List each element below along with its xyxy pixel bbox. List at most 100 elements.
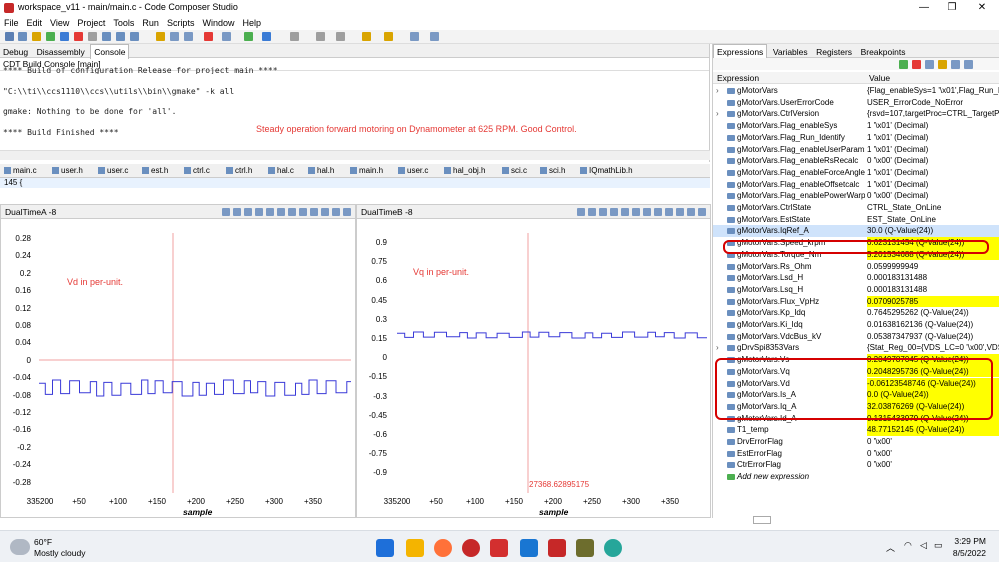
code-line[interactable]: 145 { [0,178,710,188]
graph-tool-icon[interactable] [621,208,629,216]
editor-tab[interactable]: hal.c [268,166,294,176]
expression-row[interactable]: gMotorVars.Rs_Ohm 0.0599999949 [713,261,999,273]
resize-handle[interactable] [753,516,771,524]
vscode-icon[interactable] [520,539,538,557]
debug-icon[interactable] [46,32,55,41]
graph-tool-icon[interactable] [332,208,340,216]
app-icon[interactable] [604,539,622,557]
annotation-icon[interactable] [362,32,371,41]
expression-row[interactable]: DrvErrorFlag 0 '\x00' [713,436,999,448]
nav-icon[interactable] [410,32,419,41]
expression-row[interactable]: gMotorVars.Flux_VpHz 0.0709025785 [713,295,999,308]
acrobat-icon[interactable] [490,539,508,557]
run-icon[interactable] [244,32,253,41]
chevron-right-icon[interactable]: › [716,342,719,354]
expression-row[interactable]: gMotorVars.Flag_enableSys 1 '\x01' (Decim… [713,120,999,132]
graph-a-tab[interactable]: DualTimeA -8 [1,205,355,219]
expression-row[interactable]: EstErrorFlag 0 '\x00' [713,448,999,460]
menu-file[interactable]: File [0,16,23,30]
weather-desc[interactable]: Mostly cloudy [34,548,86,558]
graph-tool-icon[interactable] [698,208,706,216]
menu-view[interactable]: View [46,16,73,30]
perspective-icon[interactable] [430,32,439,41]
graph-tool-icon[interactable] [665,208,673,216]
collapse-icon[interactable] [925,60,934,69]
expression-row[interactable]: T1_temp 48.77152145 (Q-Value(24)) [713,424,999,436]
menu-scripts[interactable]: Scripts [163,16,199,30]
file-explorer-icon[interactable] [406,539,424,557]
expression-row[interactable]: gMotorVars.Lsq_H 0.000183131488 [713,284,999,296]
ccs-icon[interactable] [462,539,480,557]
graph-tool-icon[interactable] [599,208,607,216]
expression-row[interactable]: gMotorVars.VdcBus_kV 0.05387347937 (Q-Val… [713,331,999,343]
new-icon[interactable] [5,32,14,41]
app-icon[interactable] [576,539,594,557]
maximize-button[interactable]: ❐ [940,1,964,15]
graph-tool-icon[interactable] [654,208,662,216]
external-tools-icon[interactable] [262,32,271,41]
graph-tool-icon[interactable] [310,208,318,216]
chevron-right-icon[interactable]: › [716,85,719,97]
graph-tool-icon[interactable] [588,208,596,216]
chevron-up-icon[interactable]: ︿ [886,541,895,554]
expression-row[interactable]: gMotorVars.Lsd_H 0.000183131488 [713,272,999,284]
menu-run[interactable]: Run [138,16,163,30]
graph-tool-icon[interactable] [222,208,230,216]
editor-tab[interactable]: main.c [4,166,37,176]
editor-tab[interactable]: user.c [98,166,128,176]
expression-row[interactable]: gMotorVars.UserErrorCode USER_ErrorCode_N… [713,97,999,109]
forward-icon[interactable] [336,32,345,41]
expression-row[interactable]: gMotorVars.IqRef_A 30.0 (Q-Value(24)) [713,225,999,238]
refresh-icon[interactable] [938,60,947,69]
graph-tool-icon[interactable] [676,208,684,216]
tab-variables[interactable]: Variables [770,45,811,59]
expression-row[interactable]: › gMotorVars.CtrlVersion {rsvd=107,targetP… [713,108,999,120]
clock-date[interactable]: 8/5/2022 [942,548,986,558]
graph-tool-icon[interactable] [255,208,263,216]
editor-tab[interactable]: sci.h [540,166,565,176]
tab-breakpoints[interactable]: Breakpoints [858,45,909,59]
graph-tool-icon[interactable] [277,208,285,216]
matlab-icon[interactable] [548,539,566,557]
registers-icon[interactable] [184,32,193,41]
editor-tab[interactable]: ctrl.h [226,166,252,176]
clock-time[interactable]: 3:29 PM [942,536,986,546]
menu-project[interactable]: Project [73,16,109,30]
chevron-right-icon[interactable]: › [716,108,719,120]
editor-tab[interactable]: sci.c [502,166,527,176]
weather-temp[interactable]: 60°F [34,537,52,547]
expression-row[interactable]: gMotorVars.Flag_enableRsRecalc 0 '\x00' (… [713,155,999,167]
remove-icon[interactable] [912,60,921,69]
menu-icon[interactable] [964,60,973,69]
menu-edit[interactable]: Edit [23,16,47,30]
expression-row[interactable]: › gDrvSpi8353Vars {Stat_Reg_00={VDS_LC=0 '… [713,342,999,354]
expression-row[interactable]: gMotorVars.Flag_enableOffsetcalc 1 '\x01'… [713,179,999,191]
expression-row[interactable]: gMotorVars.CtrlState CTRL_State_OnLine [713,202,999,214]
expression-row[interactable]: CtrErrorFlag 0 '\x00' [713,459,999,471]
expression-row[interactable]: gMotorVars.Kp_Idq 0.7645295262 (Q-Value(2… [713,307,999,319]
graph-tool-icon[interactable] [610,208,618,216]
tab-registers[interactable]: Registers [813,45,855,59]
close-button[interactable]: ✕ [970,1,994,15]
search-icon[interactable] [290,32,299,41]
menu-window[interactable]: Window [198,16,238,30]
graph-tool-icon[interactable] [687,208,695,216]
graph-tool-icon[interactable] [577,208,585,216]
editor-tab[interactable]: hal.h [308,166,334,176]
pin-icon[interactable] [384,32,393,41]
suspend-icon[interactable] [88,32,97,41]
build-icon[interactable] [32,32,41,41]
menu-tools[interactable]: Tools [109,16,138,30]
reset-icon[interactable] [204,32,213,41]
graph-tool-icon[interactable] [233,208,241,216]
target-icon[interactable] [156,32,165,41]
resume-icon[interactable] [60,32,69,41]
console-scrollbar[interactable] [0,150,710,160]
load-icon[interactable] [222,32,231,41]
tab-expressions[interactable]: Expressions [713,44,768,59]
minimize-button[interactable]: — [912,1,936,15]
editor-tab[interactable]: est.h [142,166,168,176]
save-icon[interactable] [18,32,27,41]
editor-tab[interactable]: user.c [398,166,428,176]
firefox-icon[interactable] [434,539,452,557]
